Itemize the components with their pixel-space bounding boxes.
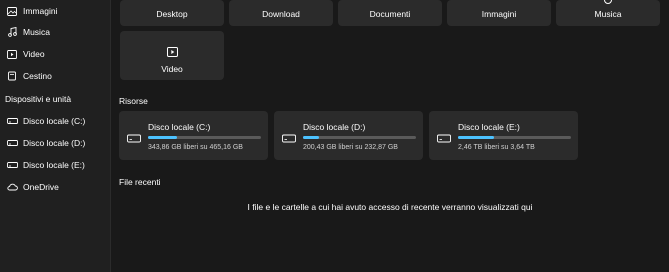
sidebar: Immagini Musica Video Cestino Dispositiv… [0,0,111,272]
sidebar-item-label: OneDrive [23,182,59,192]
drive-card-c[interactable]: Disco locale (C:) 343,86 GB liberi su 46… [119,111,268,160]
sidebar-item-immagini[interactable]: Immagini [0,0,110,22]
sidebar-item-video[interactable]: Video [0,43,110,65]
folder-card-desktop[interactable]: Desktop [120,0,224,26]
music-note-icon [6,25,18,39]
drive-space-info: 343,86 GB liberi su 465,16 GB [148,144,243,151]
folder-card-video[interactable]: Video [120,31,224,80]
video-icon [167,44,178,62]
sidebar-item-musica[interactable]: Musica [0,21,110,43]
sidebar-item-drive-e[interactable]: Disco locale (E:) [0,154,110,176]
folder-card-download[interactable]: Download [229,0,333,26]
drive-icon [6,136,18,150]
trash-icon [6,69,18,83]
drive-card-d[interactable]: Disco locale (D:) 200,43 GB liberi su 23… [274,111,423,160]
drive-name: Disco locale (C:) [148,122,211,132]
drive-usage-fill [148,136,178,139]
drive-name: Disco locale (E:) [458,122,520,132]
sidebar-item-label: Video [23,49,45,59]
folder-name: Video [161,64,183,74]
folder-card-documenti[interactable]: Documenti [338,0,442,26]
section-title-recent-files: File recenti [119,177,161,187]
drive-icon [437,130,451,143]
drive-icon [6,158,18,172]
sidebar-item-onedrive[interactable]: OneDrive [0,176,110,198]
drive-usage-fill [458,136,495,139]
sidebar-item-drive-d[interactable]: Disco locale (D:) [0,132,110,154]
drive-name: Disco locale (D:) [303,122,366,132]
folder-name: Desktop [156,9,188,19]
drive-space-info: 2,46 TB liberi su 3,64 TB [458,144,535,151]
sidebar-item-label: Disco locale (E:) [23,160,85,170]
sidebar-item-drive-c[interactable]: Disco locale (C:) [0,110,110,132]
drive-usage-bar [148,136,261,139]
folder-name: Documenti [369,9,411,19]
video-icon [6,47,18,61]
drive-icon [282,130,296,143]
image-icon [6,4,18,18]
sidebar-item-label: Disco locale (D:) [23,138,86,148]
sidebar-item-label: Immagini [23,6,58,16]
drive-card-e[interactable]: Disco locale (E:) 2,46 TB liberi su 3,64… [429,111,578,160]
folder-name: Musica [594,9,622,19]
sidebar-item-label: Disco locale (C:) [23,116,86,126]
main-content: Desktop Download Documenti Immagini Musi… [111,0,669,272]
drive-icon [6,114,18,128]
drive-usage-bar [303,136,416,139]
folder-card-musica[interactable]: Musica [556,0,660,26]
drive-usage-bar [458,136,571,139]
sidebar-item-cestino[interactable]: Cestino [0,65,110,87]
drive-usage-fill [303,136,319,139]
cloud-icon [6,180,18,194]
sidebar-item-label: Musica [23,27,50,37]
folder-name: Immagini [481,9,517,19]
recent-files-empty-message: I file e le cartelle a cui hai avuto acc… [247,202,533,212]
folder-card-immagini[interactable]: Immagini [447,0,551,26]
music-note-icon [604,0,612,4]
section-title-resources: Risorse [119,96,148,106]
drive-space-info: 200,43 GB liberi su 232,87 GB [303,144,398,151]
sidebar-section-devices: Dispositivi e unità [5,94,72,104]
drive-icon [127,130,141,143]
sidebar-item-label: Cestino [23,71,52,81]
folder-name: Download [262,9,300,19]
